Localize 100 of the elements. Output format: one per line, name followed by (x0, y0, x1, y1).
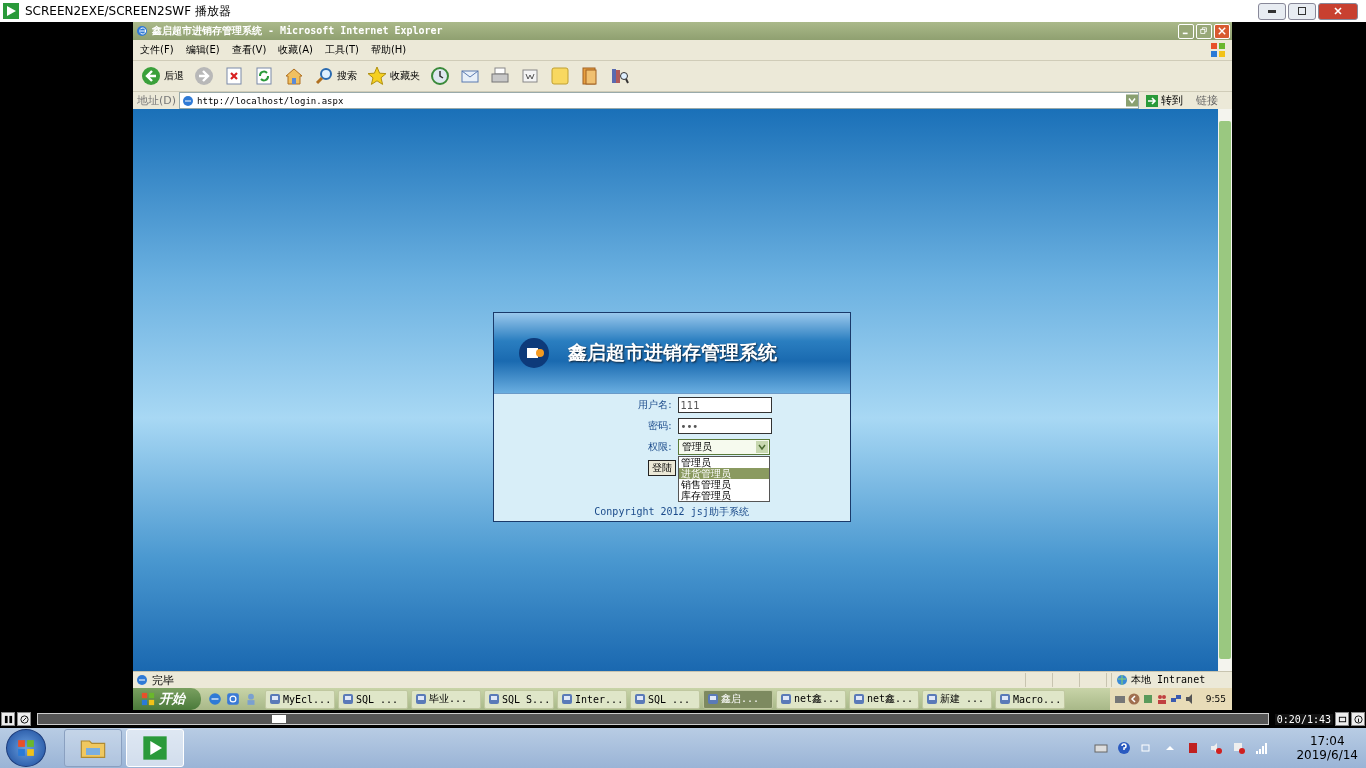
help-icon[interactable] (1117, 741, 1132, 755)
taskbar-button[interactable]: Macro... (995, 689, 1065, 709)
settings-button[interactable] (17, 712, 31, 726)
favorites-button[interactable]: 收藏夹 (364, 63, 423, 89)
keyboard-icon[interactable] (1094, 741, 1109, 755)
app-icon (488, 693, 500, 705)
system-title: 鑫启超市进销存管理系统 (567, 340, 777, 365)
taskbar-button[interactable]: net鑫... (849, 689, 919, 709)
dropdown-option[interactable]: 管理员 (678, 457, 769, 468)
books-magnifier-icon (610, 66, 630, 86)
role-select[interactable]: 管理员 (677, 439, 770, 455)
minimize-icon (1268, 9, 1276, 13)
info-icon (1353, 714, 1363, 724)
document-icon (520, 66, 540, 86)
menu-item[interactable]: 帮助(H) (370, 43, 407, 57)
taskbar-button[interactable]: SQL ... (338, 689, 408, 709)
logo-icon (517, 337, 550, 369)
folder-app-button[interactable] (64, 729, 122, 767)
pause-button[interactable] (1, 712, 15, 726)
dropdown-arrow-icon (755, 441, 768, 453)
windows-flag-icon (1210, 42, 1226, 58)
close-button[interactable] (1318, 2, 1358, 20)
clock: 9:55 (1205, 694, 1226, 704)
dropdown-option[interactable]: 库存管理员 (678, 490, 769, 501)
app-icon (269, 693, 281, 705)
page-icon (136, 674, 148, 686)
page-icon (182, 94, 195, 107)
login-button[interactable]: 登陆 (647, 460, 676, 476)
address-field[interactable]: http://localhost/login.aspx (179, 92, 1139, 109)
taskbar-button[interactable]: 鑫启... (703, 689, 773, 709)
app-icon (342, 693, 354, 705)
circle-slash-icon (19, 714, 29, 724)
field-label: 权限: (647, 440, 672, 454)
progress-track[interactable] (37, 713, 1269, 725)
dropdown-option[interactable]: 销售管理员 (678, 479, 769, 490)
player-logo-icon (3, 3, 19, 19)
restore-button[interactable] (1196, 23, 1212, 39)
start-button[interactable] (6, 729, 46, 767)
app-icon (999, 693, 1011, 705)
clock-date: 2019/6/14 (1296, 748, 1358, 762)
app-icon (853, 693, 865, 705)
app-icon (926, 693, 938, 705)
player-app-button[interactable] (126, 729, 184, 767)
fullscreen-button[interactable] (1335, 712, 1349, 726)
menu-item[interactable]: 编辑(E) (185, 43, 220, 57)
search-button[interactable]: 搜索 (311, 63, 360, 89)
menu-item[interactable]: 文件(F) (140, 43, 174, 57)
app-icon (780, 693, 792, 705)
taskbar-button[interactable]: 毕业... (411, 689, 481, 709)
app-icon[interactable] (226, 692, 240, 706)
menu-item[interactable]: 工具(T) (325, 43, 359, 57)
taskbar-button[interactable]: SQL S... (484, 689, 554, 709)
home-icon (284, 66, 304, 86)
tray-icon[interactable] (1141, 693, 1154, 705)
menu-item[interactable]: 收藏(A) (278, 43, 313, 57)
windows-flag-icon (141, 692, 155, 706)
copyright-text: Conpyright 2012 jsj助手系统 (593, 505, 750, 519)
users-icon[interactable] (1155, 693, 1168, 705)
progress-thumb[interactable] (271, 715, 286, 723)
minimize-button[interactable] (1258, 2, 1286, 20)
app-icon (561, 693, 573, 705)
book-icon (580, 66, 600, 86)
windows-flag-icon (17, 739, 35, 757)
go-button[interactable]: 转到 (1142, 93, 1187, 108)
menu-item[interactable]: 查看(V) (231, 43, 267, 57)
app-icon (707, 693, 719, 705)
fullscreen-icon (1337, 714, 1347, 724)
taskbar-button[interactable]: SQL ... (630, 689, 700, 709)
browser-logo-icon (136, 25, 148, 37)
app-icon (634, 693, 646, 705)
links-button[interactable]: 链接 (1190, 93, 1232, 108)
dropdown-arrow-icon (1126, 94, 1138, 107)
close-icon (1218, 27, 1226, 35)
clock-time: 17:04 (1309, 734, 1345, 748)
mute-icon[interactable] (1209, 741, 1224, 755)
refresh-icon (254, 66, 274, 86)
input-field[interactable]: 111 (677, 397, 772, 413)
history-icon (430, 66, 450, 86)
network-error-icon[interactable] (1232, 741, 1247, 755)
taskbar-button[interactable]: net鑫... (776, 689, 846, 709)
tray-icon[interactable] (1113, 693, 1126, 705)
field-label: 用户名: (637, 398, 672, 412)
chevron-icon[interactable] (1127, 693, 1140, 705)
input-field[interactable]: ••• (677, 418, 772, 434)
browser-icon[interactable] (208, 692, 222, 706)
start-button[interactable]: 开始 (133, 688, 201, 710)
taskbar-button[interactable]: 新建 ... (922, 689, 992, 709)
playback-time: 0:20/1:43 (1274, 713, 1333, 725)
note-icon (550, 66, 570, 86)
arrow-right-icon (1146, 94, 1158, 107)
back-button[interactable]: 后退 (138, 63, 187, 89)
maximize-icon (1297, 6, 1307, 16)
search-icon (314, 66, 334, 86)
maximize-button[interactable] (1288, 2, 1316, 20)
scrollbar[interactable] (1218, 109, 1232, 671)
taskbar-button[interactable]: MyEcl... (265, 689, 335, 709)
taskbar-button[interactable]: Inter... (557, 689, 627, 709)
info-button[interactable] (1351, 712, 1365, 726)
network-icon[interactable] (1169, 693, 1182, 705)
window-title: SCREEN2EXE/SCREEN2SWF 播放器 (25, 2, 231, 20)
